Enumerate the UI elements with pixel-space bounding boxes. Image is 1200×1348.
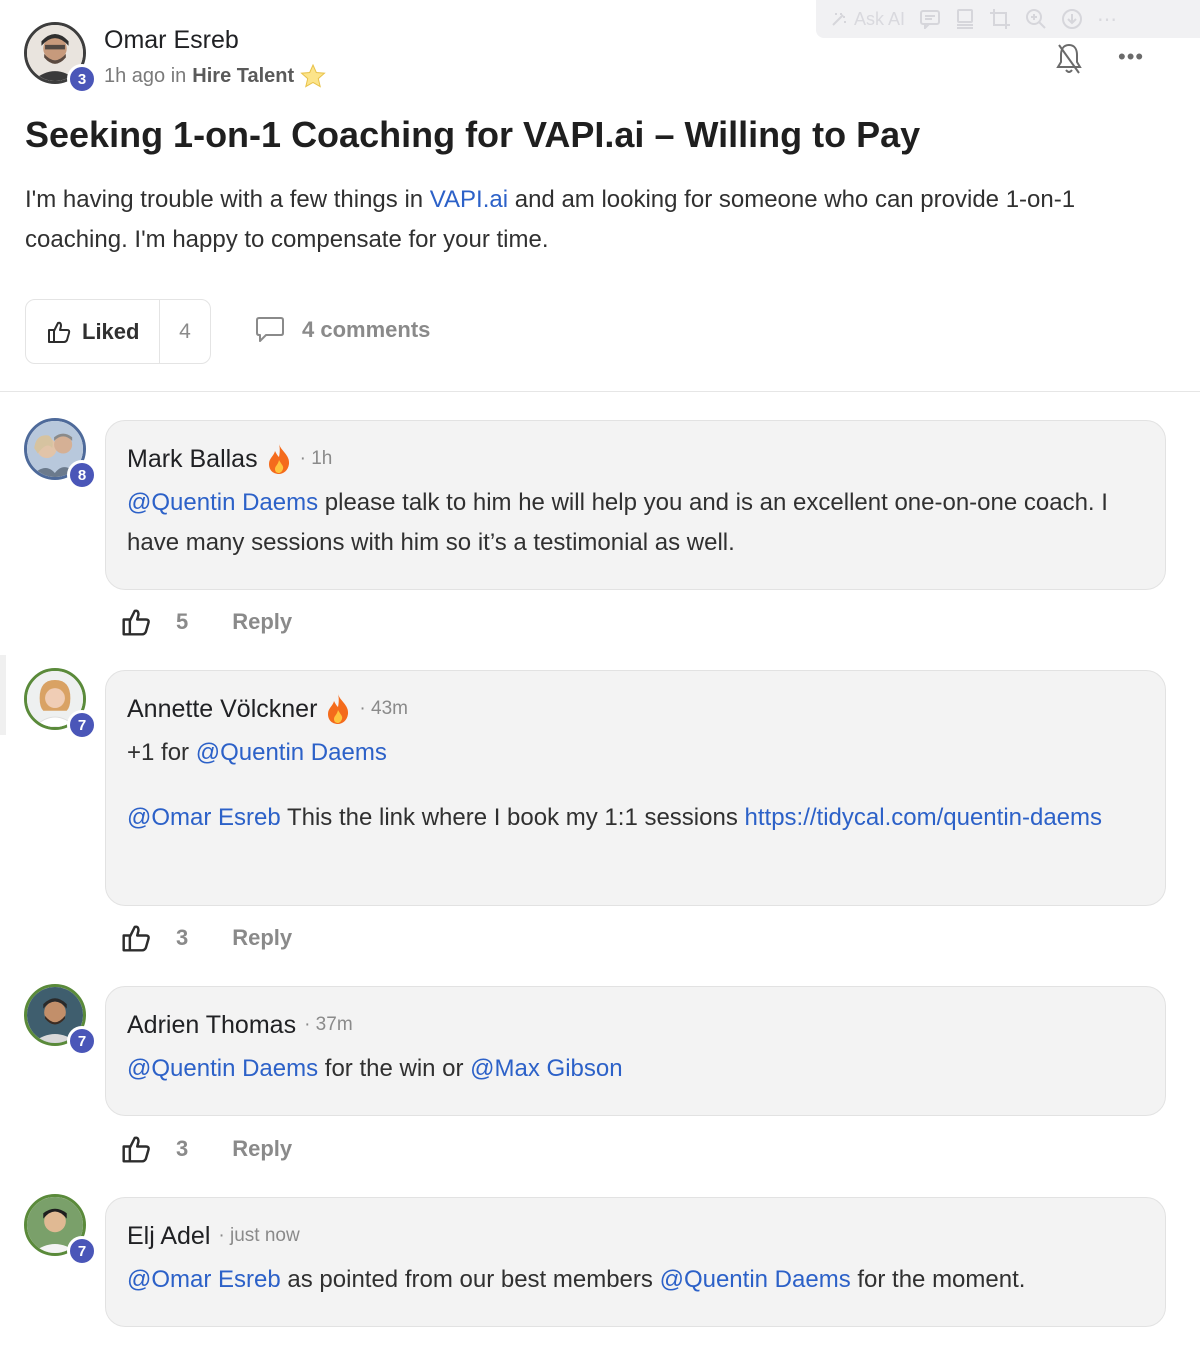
mention-link[interactable]: @Quentin Daems (196, 739, 387, 766)
like-box: Liked 4 (25, 299, 211, 364)
download-icon[interactable] (1061, 8, 1083, 30)
comment-text: @Quentin Daems for the win or @Max Gibso… (127, 1049, 1144, 1089)
comment-author[interactable]: Elj Adel (127, 1222, 210, 1251)
post-body: I'm having trouble with a few things in … (25, 180, 1175, 260)
comment-like-count[interactable]: 3 (176, 1136, 188, 1162)
mention-link[interactable]: @Quentin Daems (127, 1055, 318, 1082)
section-divider (0, 391, 1200, 392)
comment-text: @Quentin Daems please talk to him he wil… (127, 483, 1144, 563)
mention-link[interactable]: @Omar Esreb (127, 804, 281, 831)
post-author-name[interactable]: Omar Esreb (104, 26, 239, 55)
ask-ai-label: Ask AI (854, 8, 906, 29)
thumbs-up-icon (48, 321, 71, 343)
comments-count-button[interactable]: 4 comments (254, 316, 430, 344)
floating-toolbar: Ask AI ⋯ (816, 0, 1200, 38)
comment-body: for the moment. (850, 1266, 1026, 1293)
comments-count-label: 4 comments (302, 317, 431, 342)
comment-level-badge: 8 (67, 460, 97, 490)
comment-actions: 3 Reply (120, 1133, 292, 1165)
post-group-link[interactable]: Hire Talent (192, 65, 294, 88)
magic-wand-icon (832, 13, 846, 26)
left-edge-bar (0, 655, 6, 735)
booking-link[interactable]: https://tidycal.com/quentin-daems (745, 804, 1103, 831)
comment-time: · 1h (299, 448, 333, 469)
reply-button[interactable]: Reply (232, 1136, 292, 1162)
author-level-badge: 3 (67, 64, 97, 94)
post-body-link[interactable]: VAPI.ai (430, 186, 508, 213)
post-title: Seeking 1-on-1 Coaching for VAPI.ai – Wi… (25, 114, 921, 155)
comment-time: · just now (218, 1225, 300, 1246)
comment-level-badge: 7 (67, 710, 97, 740)
comment-text: +1 for @Quentin Daems @Omar Esreb This t… (127, 733, 1144, 838)
mention-link[interactable]: @Omar Esreb (127, 1266, 281, 1293)
comment-body: as pointed from our best members (280, 1266, 660, 1293)
comment-bubble: Mark Ballas · 1h @Quentin Daems please t… (105, 420, 1166, 590)
thumbs-up-icon[interactable] (120, 922, 152, 954)
more-icon[interactable]: ⋯ (1097, 7, 1117, 32)
mention-link[interactable]: @Max Gibson (470, 1055, 622, 1082)
like-count[interactable]: 4 (160, 300, 210, 363)
comment-time: · 37m (304, 1014, 353, 1035)
comment-bubble: Adrien Thomas · 37m @Quentin Daems for t… (105, 986, 1166, 1116)
like-button[interactable]: Liked (26, 300, 160, 363)
fire-icon (268, 444, 289, 474)
comment-icon[interactable] (919, 9, 941, 29)
post-more-button[interactable]: ••• (1118, 44, 1144, 70)
bell-off-icon[interactable] (1054, 42, 1084, 76)
presentation-icon[interactable] (955, 8, 975, 30)
crop-icon[interactable] (989, 8, 1011, 30)
comment-level-badge: 7 (67, 1236, 97, 1266)
comment-text: @Omar Esreb as pointed from our best mem… (127, 1260, 1144, 1300)
comment-author[interactable]: Annette Völckner (127, 695, 317, 724)
mention-link[interactable]: @Quentin Daems (660, 1266, 851, 1293)
post-meta: 1h ago in Hire Talent (104, 64, 326, 88)
comment-body: +1 for (127, 739, 196, 766)
comment-body: This the link where I book my 1:1 sessio… (280, 804, 745, 831)
mention-link[interactable]: @Quentin Daems (127, 489, 318, 516)
comment-actions: 3 Reply (120, 922, 292, 954)
comment-like-count[interactable]: 3 (176, 925, 188, 951)
post-body-text: I'm having trouble with a few things in (25, 186, 430, 213)
comment-level-badge: 7 (67, 1026, 97, 1056)
comment-time: · 43m (359, 698, 408, 719)
thumbs-up-icon[interactable] (120, 606, 152, 638)
comment-bubble: Elj Adel · just now @Omar Esreb as point… (105, 1197, 1166, 1327)
star-icon (300, 64, 326, 88)
comment-author[interactable]: Mark Ballas (127, 445, 258, 474)
liked-label: Liked (82, 318, 140, 344)
reply-button[interactable]: Reply (232, 925, 292, 951)
post-time: 1h ago in (104, 64, 187, 87)
zoom-icon[interactable] (1025, 8, 1047, 30)
comment-author[interactable]: Adrien Thomas (127, 1011, 296, 1040)
comment-actions: 5 Reply (120, 606, 292, 638)
reply-button[interactable]: Reply (232, 609, 292, 635)
comment-like-count[interactable]: 5 (176, 609, 188, 635)
comment-body: for the win or (318, 1055, 471, 1082)
comment-bubble: Annette Völckner · 43m +1 for @Quentin D… (105, 670, 1166, 906)
speech-bubble-icon (256, 317, 284, 342)
thumbs-up-icon[interactable] (120, 1133, 152, 1165)
ask-ai-button[interactable]: Ask AI (830, 9, 905, 30)
fire-icon (328, 694, 349, 724)
